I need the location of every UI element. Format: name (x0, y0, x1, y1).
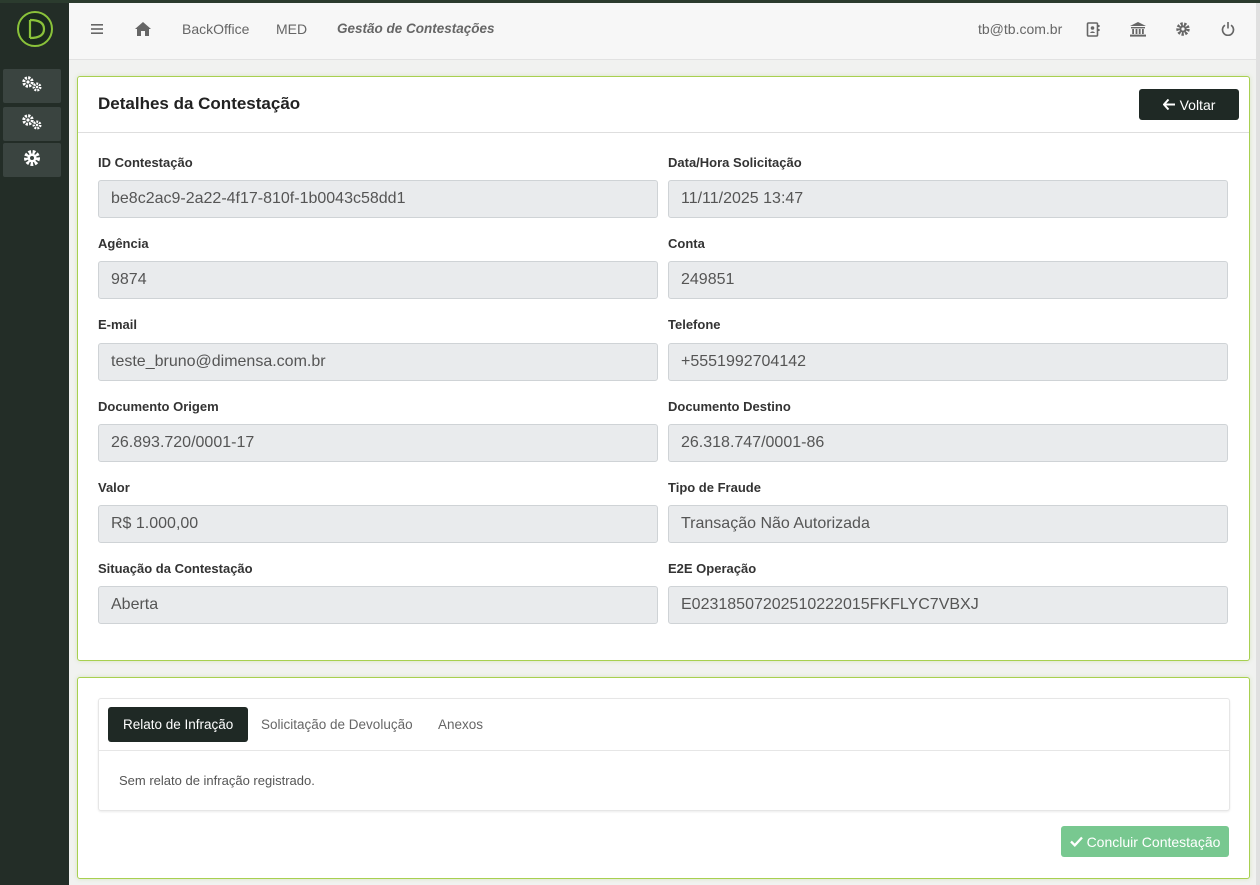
sidebar-item-cogs-1[interactable] (3, 69, 61, 103)
label-conta: Conta (668, 236, 705, 251)
details-card: Detalhes da Contestação Voltar ID Contes… (77, 76, 1250, 661)
label-tipo-fraude: Tipo de Fraude (668, 480, 761, 495)
label-documento-origem: Documento Origem (98, 399, 219, 414)
field-agencia[interactable]: 9874 (98, 261, 658, 299)
field-conta[interactable]: 249851 (668, 261, 1228, 299)
sidebar-item-cogs-2[interactable] (3, 107, 61, 141)
back-button[interactable]: Voltar (1139, 89, 1239, 120)
label-situacao: Situação da Contestação (98, 561, 253, 576)
label-e2e-operacao: E2E Operação (668, 561, 757, 576)
contact-book-icon[interactable] (1083, 19, 1103, 39)
sidebar-item-settings[interactable] (3, 143, 61, 177)
field-documento-destino[interactable]: 26.318.747/0001-86 (668, 424, 1228, 462)
home-icon[interactable] (133, 19, 153, 39)
field-email[interactable]: teste_bruno@dimensa.com.br (98, 343, 658, 381)
tab-solicitacao-devolucao[interactable]: Solicitação de Devolução (246, 707, 428, 742)
check-icon (1069, 834, 1083, 850)
conclude-button[interactable]: Concluir Contestação (1061, 826, 1229, 857)
gear-icon (22, 148, 42, 173)
top-navbar: BackOffice MED Gestão de Contestações tb… (69, 3, 1260, 60)
page-title: Detalhes da Contestação (98, 94, 301, 113)
field-situacao[interactable]: Aberta (98, 586, 658, 624)
tab-anexos[interactable]: Anexos (423, 707, 498, 742)
user-email[interactable]: tb@tb.com.br (978, 3, 1062, 55)
field-e2e-operacao[interactable]: E0231850720251022201​5FKFLYC7VBXJ (668, 586, 1228, 624)
power-icon[interactable] (1218, 19, 1238, 39)
hamburger-icon[interactable] (88, 19, 108, 39)
arrow-left-icon (1162, 97, 1175, 113)
back-button-label: Voltar (1179, 96, 1216, 113)
breadcrumb-med[interactable]: MED (276, 3, 307, 55)
bank-icon[interactable] (1128, 19, 1148, 39)
tabs-panel: Relato de Infração Solicitação de Devolu… (98, 698, 1230, 811)
field-telefone[interactable]: +5551992704142 (668, 343, 1228, 381)
tab-relato-infracao[interactable]: Relato de Infração (108, 707, 249, 742)
label-documento-destino: Documento Destino (668, 399, 791, 414)
label-data-hora: Data/Hora Solicitação (668, 155, 802, 170)
breadcrumb-backoffice[interactable]: BackOffice (182, 3, 249, 55)
field-tipo-fraude[interactable]: Transação Não Autorizada (668, 505, 1228, 543)
label-valor: Valor (98, 480, 130, 495)
tab-content-text: Sem relato de infração registrado. (119, 773, 315, 788)
label-telefone: Telefone (668, 317, 721, 332)
field-valor[interactable]: R$ 1.000,00 (98, 505, 658, 543)
sidebar (0, 3, 69, 885)
field-data-hora[interactable]: 11/11/2025 13:47 (668, 180, 1228, 218)
field-documento-origem[interactable]: 26.893.720/0001-17 (98, 424, 658, 462)
cogs-icon (20, 112, 44, 137)
breadcrumb-current-page: Gestão de Contestações (337, 21, 495, 36)
conclude-button-label: Concluir Contestação (1086, 833, 1221, 850)
tabs-card: Relato de Infração Solicitação de Devolu… (77, 677, 1250, 879)
cogs-icon (20, 74, 44, 99)
scrollbar[interactable] (1256, 3, 1260, 885)
gear-icon[interactable] (1173, 19, 1193, 39)
label-id-contestacao: ID Contestação (98, 155, 193, 170)
dimensa-logo-icon[interactable] (17, 11, 53, 47)
tabs-bar: Relato de Infração Solicitação de Devolu… (99, 699, 1229, 751)
label-agencia: Agência (98, 236, 149, 251)
details-card-header: Detalhes da Contestação Voltar (78, 77, 1249, 133)
label-email: E-mail (98, 317, 138, 332)
field-id-contestacao[interactable]: be8c2ac9-2a22-4f17-810f-1b0043c58dd1 (98, 180, 658, 218)
